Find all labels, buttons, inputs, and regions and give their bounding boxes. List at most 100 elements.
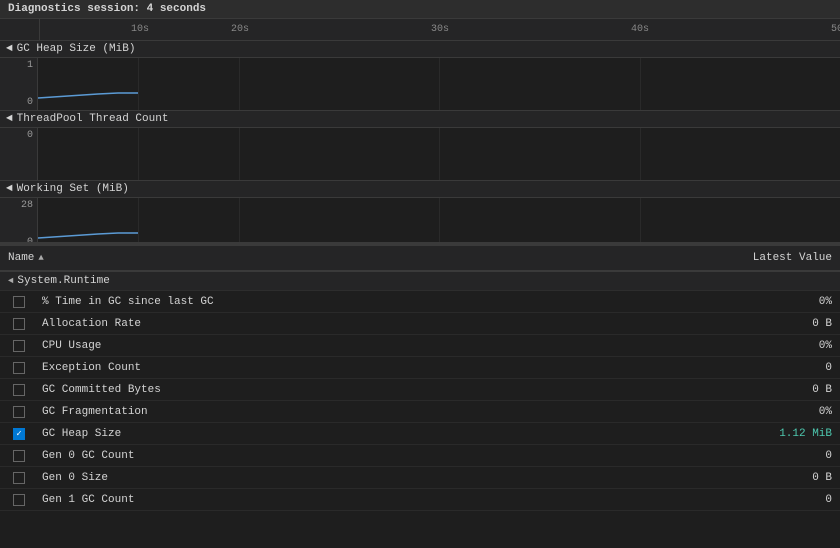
metric-name-label: GC Fragmentation bbox=[38, 406, 740, 418]
metric-checkbox-4[interactable] bbox=[13, 384, 25, 396]
table-row[interactable]: Exception Count0 bbox=[0, 357, 840, 379]
table-row[interactable]: GC Heap Size1.12 MiB bbox=[0, 423, 840, 445]
gc-heap-plot bbox=[38, 58, 840, 110]
metric-name-label: Allocation Rate bbox=[38, 318, 740, 330]
working-set-title-row: ◄ Working Set (MiB) bbox=[0, 181, 840, 198]
metric-checkbox-9[interactable] bbox=[13, 494, 25, 506]
metric-checkbox-1[interactable] bbox=[13, 318, 25, 330]
metric-name-label: GC Heap Size bbox=[38, 428, 740, 440]
metric-value-label: 0 B bbox=[740, 472, 840, 484]
metric-checkbox-col bbox=[0, 318, 38, 330]
gc-heap-title-row: ◄ GC Heap Size (MiB) bbox=[0, 41, 840, 58]
metric-checkbox-col bbox=[0, 494, 38, 506]
gc-heap-yaxis: 1 0 bbox=[0, 58, 38, 110]
metric-value-label: 0% bbox=[740, 296, 840, 308]
grid-line bbox=[640, 128, 641, 180]
ruler-tick-40s: 40s bbox=[631, 24, 649, 35]
metric-checkbox-col bbox=[0, 384, 38, 396]
metric-name-label: CPU Usage bbox=[38, 340, 740, 352]
gc-heap-ymax: 1 bbox=[27, 60, 33, 71]
grid-line bbox=[239, 128, 240, 180]
metric-value-label: 1.12 MiB bbox=[740, 428, 840, 440]
table-row[interactable]: GC Fragmentation0% bbox=[0, 401, 840, 423]
gc-heap-svg bbox=[38, 58, 840, 110]
table-row[interactable]: Gen 0 Size0 B bbox=[0, 467, 840, 489]
metric-checkbox-7[interactable] bbox=[13, 450, 25, 462]
working-set-title: Working Set (MiB) bbox=[17, 183, 129, 195]
working-set-svg bbox=[38, 198, 840, 244]
metric-value-label: 0 bbox=[740, 362, 840, 374]
ruler-tick-50s: 50s bbox=[831, 24, 840, 35]
metric-checkbox-col bbox=[0, 362, 38, 374]
metric-checkbox-8[interactable] bbox=[13, 472, 25, 484]
table-row[interactable]: Gen 1 GC Count0 bbox=[0, 489, 840, 511]
table-row[interactable]: GC Committed Bytes0 B bbox=[0, 379, 840, 401]
col-name-label: Name bbox=[8, 252, 34, 264]
timeline-area: 10s 20s 30s 40s 50s ◄ GC Heap Size (MiB) 1 0 bbox=[0, 19, 840, 244]
metric-value-label: 0% bbox=[740, 406, 840, 418]
ruler-tick-30s: 30s bbox=[431, 24, 449, 35]
metric-checkbox-col bbox=[0, 340, 38, 352]
metric-checkbox-col bbox=[0, 472, 38, 484]
threadpool-title-row: ◄ ThreadPool Thread Count bbox=[0, 111, 840, 128]
group-collapse-icon: ◄ bbox=[8, 276, 13, 286]
table-header: Name ▲ Latest Value bbox=[0, 246, 840, 272]
metric-name-label: Gen 1 GC Count bbox=[38, 494, 740, 506]
metric-checkbox-6[interactable] bbox=[13, 428, 25, 440]
metric-value-label: 0 B bbox=[740, 384, 840, 396]
threadpool-ymax: 0 bbox=[27, 130, 33, 141]
working-set-chart: ◄ Working Set (MiB) 28 0 bbox=[0, 181, 840, 244]
threadpool-title: ThreadPool Thread Count bbox=[17, 113, 169, 125]
group-name-label: System.Runtime bbox=[17, 275, 109, 287]
metric-checkbox-5[interactable] bbox=[13, 406, 25, 418]
metrics-table-section: Name ▲ Latest Value ◄ System.Runtime % T… bbox=[0, 244, 840, 548]
metric-checkbox-2[interactable] bbox=[13, 340, 25, 352]
session-title: Diagnostics session: 4 seconds bbox=[8, 3, 206, 15]
grid-line bbox=[439, 128, 440, 180]
threadpool-collapse-icon[interactable]: ◄ bbox=[6, 113, 13, 125]
ruler-tick-10s: 10s bbox=[131, 24, 149, 35]
col-name-header[interactable]: Name ▲ bbox=[0, 250, 720, 266]
metric-checkbox-col bbox=[0, 428, 38, 440]
metrics-rows: % Time in GC since last GC0%Allocation R… bbox=[0, 291, 840, 511]
threadpool-chart: ◄ ThreadPool Thread Count 0 bbox=[0, 111, 840, 181]
group-header-system-runtime[interactable]: ◄ System.Runtime bbox=[0, 272, 840, 291]
metric-checkbox-col bbox=[0, 296, 38, 308]
table-row[interactable]: CPU Usage0% bbox=[0, 335, 840, 357]
threadpool-data-row: 0 bbox=[0, 128, 840, 180]
working-set-collapse-icon[interactable]: ◄ bbox=[6, 183, 13, 195]
threadpool-plot bbox=[38, 128, 840, 180]
timeline-ruler: 10s 20s 30s 40s 50s bbox=[0, 19, 840, 41]
ruler-ticks: 10s 20s 30s 40s 50s bbox=[40, 19, 840, 40]
gc-heap-chart: ◄ GC Heap Size (MiB) 1 0 bbox=[0, 41, 840, 111]
metric-name-label: Exception Count bbox=[38, 362, 740, 374]
working-set-ymax: 28 bbox=[21, 200, 33, 211]
metric-name-label: Gen 0 Size bbox=[38, 472, 740, 484]
metrics-table-body: ◄ System.Runtime % Time in GC since last… bbox=[0, 272, 840, 511]
gc-heap-collapse-icon[interactable]: ◄ bbox=[6, 43, 13, 55]
table-row[interactable]: Allocation Rate0 B bbox=[0, 313, 840, 335]
metric-name-label: Gen 0 GC Count bbox=[38, 450, 740, 462]
metric-checkbox-col bbox=[0, 450, 38, 462]
col-value-label: Latest Value bbox=[753, 252, 832, 264]
diagnostics-header: Diagnostics session: 4 seconds bbox=[0, 0, 840, 19]
metric-name-label: GC Committed Bytes bbox=[38, 384, 740, 396]
ruler-tick-20s: 20s bbox=[231, 24, 249, 35]
metric-checkbox-0[interactable] bbox=[13, 296, 25, 308]
working-set-plot bbox=[38, 198, 840, 244]
metric-name-label: % Time in GC since last GC bbox=[38, 296, 740, 308]
table-row[interactable]: % Time in GC since last GC0% bbox=[0, 291, 840, 313]
sort-arrow-icon: ▲ bbox=[38, 253, 43, 263]
gc-heap-data-row: 1 0 bbox=[0, 58, 840, 110]
metric-value-label: 0% bbox=[740, 340, 840, 352]
col-value-header[interactable]: Latest Value bbox=[720, 250, 840, 266]
working-set-ymin: 0 bbox=[27, 237, 33, 244]
ruler-spacer bbox=[0, 19, 40, 40]
table-row[interactable]: Gen 0 GC Count0 bbox=[0, 445, 840, 467]
grid-line bbox=[138, 128, 139, 180]
metric-checkbox-col bbox=[0, 406, 38, 418]
gc-heap-title: GC Heap Size (MiB) bbox=[17, 43, 136, 55]
metric-checkbox-3[interactable] bbox=[13, 362, 25, 374]
metric-value-label: 0 bbox=[740, 450, 840, 462]
metric-value-label: 0 bbox=[740, 494, 840, 506]
